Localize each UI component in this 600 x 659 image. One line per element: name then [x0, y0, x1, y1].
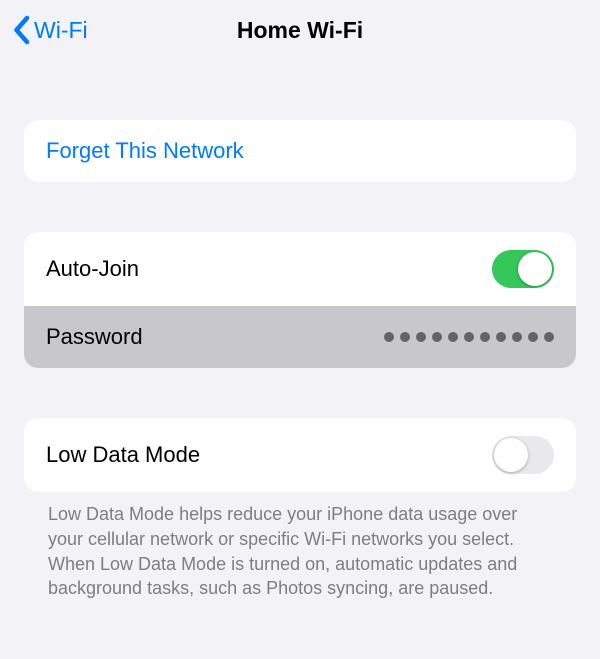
lowdata-group: Low Data Mode [24, 418, 576, 492]
navbar: Wi-Fi Home Wi-Fi [0, 0, 600, 60]
network-settings-section: Auto-Join Password [24, 232, 576, 368]
forget-group: Forget This Network [24, 120, 576, 182]
forget-network-label: Forget This Network [46, 138, 244, 164]
lowdata-section: Low Data Mode Low Data Mode helps reduce… [24, 418, 576, 601]
password-row[interactable]: Password [24, 306, 576, 368]
lowdata-label: Low Data Mode [46, 442, 200, 468]
autojoin-toggle[interactable] [492, 250, 554, 288]
network-settings-group: Auto-Join Password [24, 232, 576, 368]
autojoin-row: Auto-Join [24, 232, 576, 306]
lowdata-toggle[interactable] [492, 436, 554, 474]
password-label: Password [46, 324, 143, 350]
autojoin-label: Auto-Join [46, 256, 139, 282]
forget-section: Forget This Network [24, 120, 576, 182]
back-button[interactable]: Wi-Fi [10, 15, 88, 45]
password-dots [384, 332, 554, 342]
page-title: Home Wi-Fi [0, 17, 600, 44]
lowdata-row: Low Data Mode [24, 418, 576, 492]
lowdata-help-text: Low Data Mode helps reduce your iPhone d… [24, 492, 576, 601]
back-label: Wi-Fi [34, 17, 88, 44]
toggle-knob [518, 252, 552, 286]
toggle-knob [494, 438, 528, 472]
chevron-left-icon [10, 15, 32, 45]
forget-network-button[interactable]: Forget This Network [24, 120, 576, 182]
